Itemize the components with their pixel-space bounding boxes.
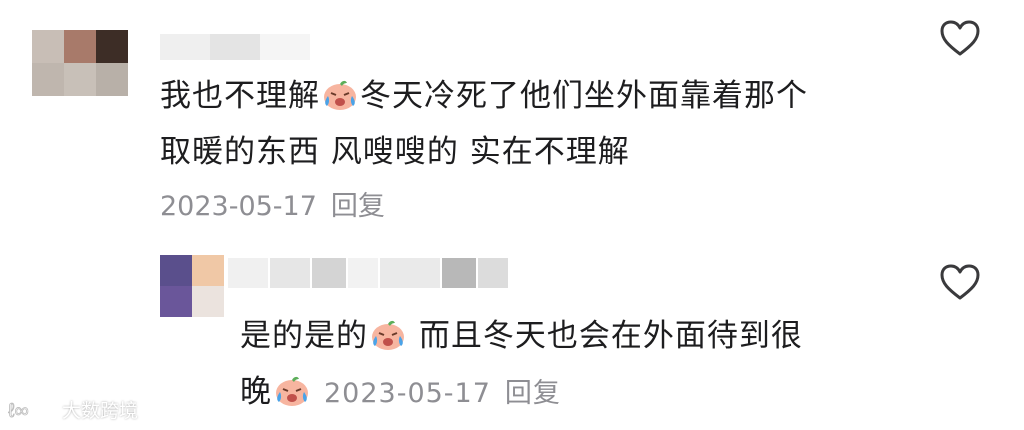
crying-emoji-icon (324, 80, 356, 110)
avatar[interactable] (160, 255, 224, 317)
username-blurred[interactable] (160, 34, 310, 60)
svg-text:ℓ∞: ℓ∞ (8, 400, 29, 422)
comment-meta: 2023-05-17 回复 (324, 378, 561, 409)
avatar-tile (160, 286, 192, 317)
name-block (442, 258, 476, 288)
heart-icon[interactable] (938, 18, 982, 58)
avatar-tile (96, 30, 128, 63)
avatar[interactable] (32, 30, 128, 96)
avatar-tile (192, 255, 224, 286)
name-block (312, 258, 346, 288)
comment-text: 我也不理解 冬天冷死了他们坐外面靠着那个 取暖的东西 风嗖嗖的 实在不理解 (160, 78, 808, 170)
name-block (160, 34, 210, 60)
comment-meta: 2023-05-17 回复 (160, 184, 385, 223)
name-block (380, 258, 440, 288)
crying-emoji-icon (276, 376, 308, 406)
username-blurred[interactable] (228, 258, 546, 288)
avatar-tile (192, 286, 224, 317)
comment-date: 2023-05-17 (324, 378, 491, 409)
comment-date: 2023-05-17 (160, 191, 317, 222)
avatar-tile (64, 30, 96, 63)
brand-logo-icon: ℓ∞ (8, 399, 29, 422)
watermark-text: 大数跨境 (62, 400, 139, 422)
avatar-tile (64, 63, 96, 96)
avatar-tile (32, 30, 64, 63)
watermark: ℓ∞ 大数跨境 (8, 396, 138, 423)
name-block (270, 258, 310, 288)
crying-emoji-icon (372, 320, 404, 350)
avatar-tile (32, 63, 64, 96)
heart-icon[interactable] (938, 262, 982, 302)
name-block (228, 258, 268, 288)
name-block (478, 258, 508, 288)
avatar-tile (160, 255, 192, 286)
reply-button[interactable]: 回复 (505, 378, 561, 409)
reply-button[interactable]: 回复 (331, 191, 385, 222)
reply-text: 是的是的 而且冬天也会在外面待到很 晚 2023-05-17 回复 (240, 318, 803, 410)
avatar-tile (96, 63, 128, 96)
name-block (260, 34, 310, 60)
name-block (348, 258, 378, 288)
name-block (210, 34, 260, 60)
